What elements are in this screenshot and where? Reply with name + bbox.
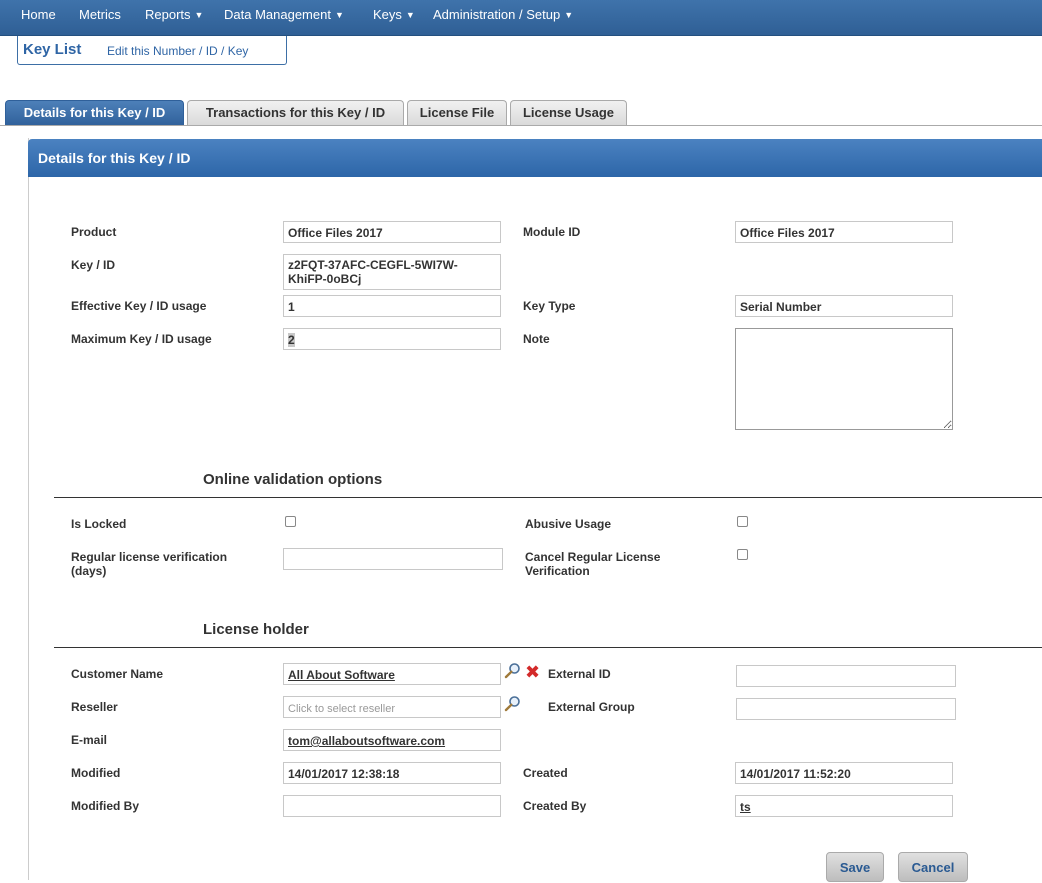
nav-home[interactable]: Home (21, 0, 56, 30)
created-by-field[interactable]: ts (735, 795, 953, 817)
email-label: E-mail (71, 733, 108, 747)
nav-reports[interactable]: Reports ▼ (145, 0, 203, 30)
modified-field[interactable]: 14/01/2017 12:38:18 (283, 762, 501, 784)
regular-verification-label-line2: (days) (71, 564, 107, 578)
cancel-verification-checkbox[interactable] (737, 549, 748, 560)
key-id-label: Key / ID (71, 258, 116, 272)
email-link[interactable]: tom@allaboutsoftware.com (288, 734, 445, 748)
regular-verification-field[interactable] (283, 548, 503, 570)
nav-metrics[interactable]: Metrics (79, 0, 121, 30)
breadcrumb: Key List Edit this Number / ID / Key (17, 36, 287, 65)
caret-down-icon: ▼ (334, 10, 344, 20)
regular-verification-label-line1: Regular license verification (71, 550, 228, 564)
license-holder-title: License holder (203, 621, 309, 638)
module-id-field[interactable]: Office Files 2017 (735, 221, 953, 243)
tab-transactions[interactable]: Transactions for this Key / ID (187, 100, 404, 126)
regular-verification-label: Regular license verification (days) (71, 550, 227, 578)
cancel-button[interactable]: Cancel (898, 852, 968, 882)
nav-administration[interactable]: Administration / Setup ▼ (433, 0, 573, 30)
external-group-label: External Group (548, 700, 635, 714)
search-icon[interactable] (504, 662, 522, 680)
modified-by-label: Modified By (71, 799, 139, 813)
tab-divider (0, 125, 1042, 126)
effective-usage-field[interactable]: 1 (283, 295, 501, 317)
key-id-value-line2: KhiFP-0oBCj (288, 272, 362, 286)
key-type-label: Key Type (523, 299, 576, 313)
reseller-label: Reseller (71, 700, 118, 714)
note-textarea[interactable] (735, 328, 953, 430)
tab-license-file[interactable]: License File (407, 100, 507, 126)
reseller-field[interactable]: Click to select reseller (283, 696, 501, 718)
nav-keys[interactable]: Keys ▼ (373, 0, 415, 30)
abusive-usage-checkbox[interactable] (737, 516, 748, 527)
key-type-field[interactable]: Serial Number (735, 295, 953, 317)
breadcrumb-key-list-link[interactable]: Key List (23, 41, 81, 58)
search-icon[interactable] (504, 695, 522, 713)
product-field[interactable]: Office Files 2017 (283, 221, 501, 243)
created-label: Created (523, 766, 568, 780)
nav-home-label: Home (21, 7, 56, 22)
panel-header: Details for this Key / ID (28, 139, 1042, 177)
nav-reports-label: Reports (145, 7, 191, 22)
tab-bar: Details for this Key / ID Transactions f… (0, 100, 1042, 126)
cancel-verification-label-line1: Cancel Regular License (525, 550, 661, 564)
save-button[interactable]: Save (826, 852, 884, 882)
is-locked-label: Is Locked (71, 517, 127, 531)
cancel-verification-label: Cancel Regular License Verification (525, 550, 660, 578)
caret-down-icon: ▼ (194, 10, 204, 20)
modified-by-field[interactable] (283, 795, 501, 817)
online-validation-title: Online validation options (203, 471, 383, 488)
key-id-field[interactable]: z2FQT-37AFC-CEGFL-5WI7W- KhiFP-0oBCj (283, 254, 501, 290)
modified-label: Modified (71, 766, 121, 780)
tab-details[interactable]: Details for this Key / ID (5, 100, 184, 126)
caret-down-icon: ▼ (564, 10, 574, 20)
created-field[interactable]: 14/01/2017 11:52:20 (735, 762, 953, 784)
module-id-label: Module ID (523, 225, 581, 239)
note-label: Note (523, 332, 550, 346)
max-usage-value: 2 (288, 333, 295, 347)
nav-metrics-label: Metrics (79, 7, 121, 22)
section-divider (54, 647, 1042, 648)
section-divider (54, 497, 1042, 498)
effective-usage-label: Effective Key / ID usage (71, 299, 207, 313)
nav-keys-label: Keys (373, 7, 402, 22)
nav-administration-label: Administration / Setup (433, 7, 561, 22)
customer-name-field[interactable]: All About Software (283, 663, 501, 685)
nav-data-management[interactable]: Data Management ▼ (224, 0, 344, 30)
customer-name-link[interactable]: All About Software (288, 668, 395, 682)
cancel-verification-label-line2: Verification (525, 564, 590, 578)
breadcrumb-current: Edit this Number / ID / Key (107, 44, 249, 58)
top-nav: Home Metrics Reports ▼ Data Management ▼ K… (0, 0, 1042, 36)
key-id-value-line1: z2FQT-37AFC-CEGFL-5WI7W- (288, 258, 458, 272)
tab-license-usage[interactable]: License Usage (510, 100, 627, 126)
external-group-field[interactable] (736, 698, 956, 720)
abusive-usage-label: Abusive Usage (525, 517, 612, 531)
product-label: Product (71, 225, 117, 239)
created-by-link[interactable]: ts (740, 800, 751, 814)
external-id-field[interactable] (736, 665, 956, 687)
panel-title: Details for this Key / ID (38, 150, 191, 166)
nav-data-management-label: Data Management (224, 7, 331, 22)
external-id-label: External ID (548, 667, 611, 681)
caret-down-icon: ▼ (405, 10, 415, 20)
is-locked-checkbox[interactable] (285, 516, 296, 527)
max-usage-field[interactable]: 2 (283, 328, 501, 350)
max-usage-label: Maximum Key / ID usage (71, 332, 212, 346)
email-field[interactable]: tom@allaboutsoftware.com (283, 729, 501, 751)
created-by-label: Created By (523, 799, 587, 813)
delete-icon[interactable]: ✖ (525, 663, 540, 681)
customer-name-label: Customer Name (71, 667, 164, 681)
